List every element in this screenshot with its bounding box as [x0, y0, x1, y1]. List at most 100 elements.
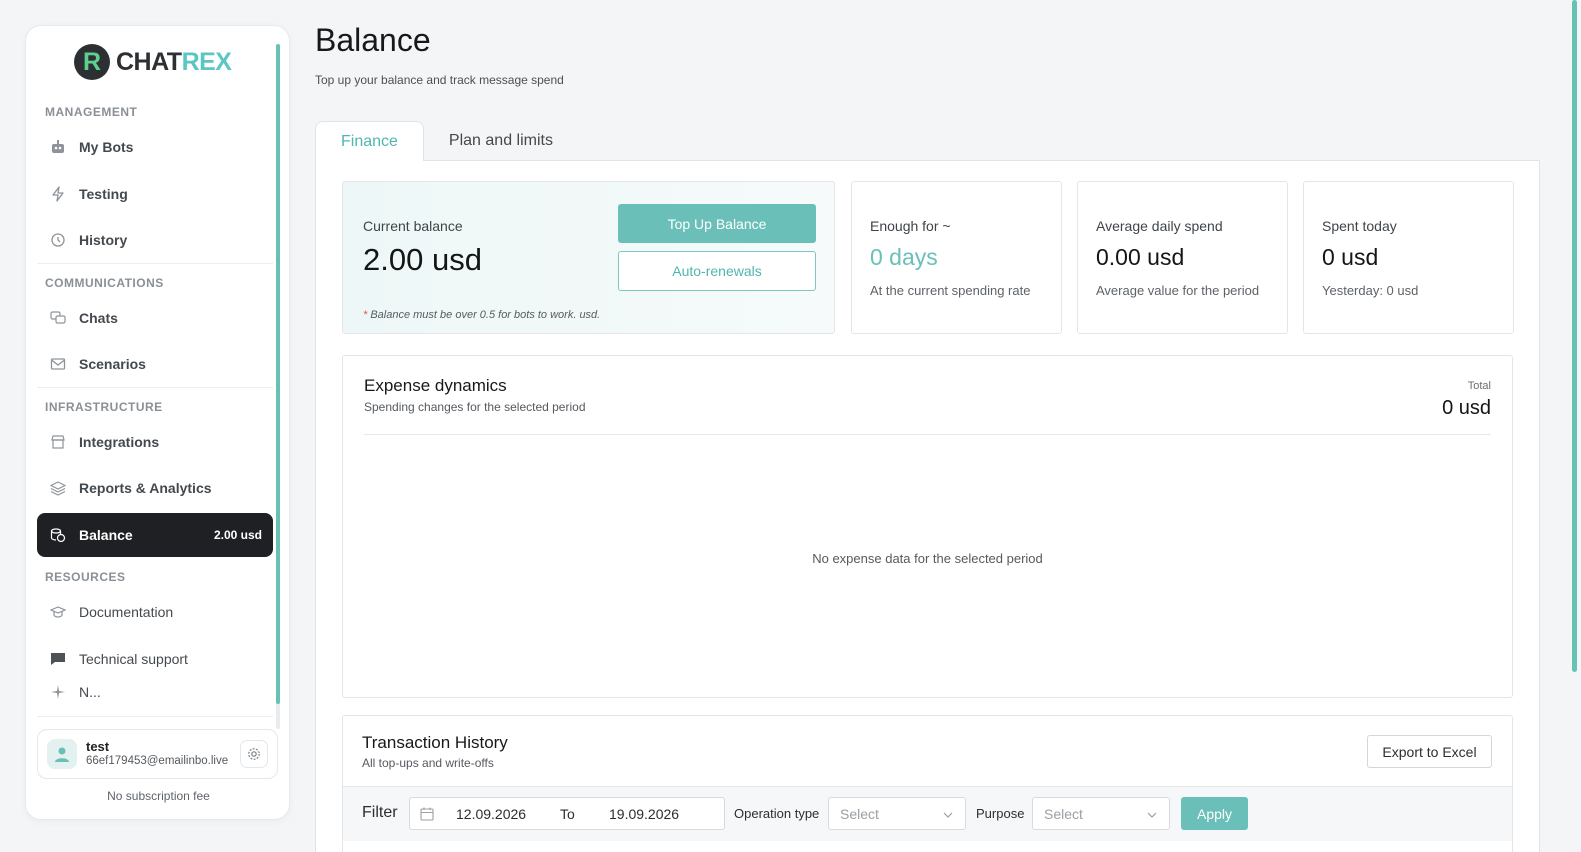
balance-badge: 2.00 usd: [213, 528, 262, 542]
filter-label: Filter: [362, 804, 398, 821]
stat-note: At the current spending rate: [870, 283, 1031, 298]
date-range-picker[interactable]: 12.09.2026 To 19.09.2026: [409, 797, 725, 830]
lightning-icon: [49, 185, 67, 203]
stat-card-spent-today: Spent today 0 usd Yesterday: 0 usd: [1303, 181, 1514, 334]
sidebar-divider: [37, 387, 273, 388]
expense-total-value: 0 usd: [1442, 397, 1491, 419]
chevron-down-icon: [942, 808, 954, 826]
sidebar-item-technical-support[interactable]: Technical support: [37, 637, 273, 681]
page-subtitle: Top up your balance and track message sp…: [315, 73, 564, 87]
expense-total-label: Total: [1467, 380, 1491, 392]
sidebar-item-label: Scenarios: [79, 356, 146, 372]
logo-mark: R: [74, 44, 110, 80]
stat-note: Average value for the period: [1096, 283, 1260, 298]
avatar: [47, 739, 77, 769]
chat-bubbles-icon: [49, 309, 67, 327]
date-to-label: To: [560, 806, 575, 822]
stat-value: 0.00 usd: [1096, 244, 1185, 270]
sidebar-item-chats[interactable]: Chats: [37, 296, 273, 340]
section-label-management: MANAGEMENT: [45, 105, 138, 119]
gear-icon: [248, 748, 260, 760]
sidebar-item-scenarios[interactable]: Scenarios: [37, 342, 273, 386]
sparkle-icon: [49, 683, 67, 701]
select-placeholder: Select: [1044, 806, 1083, 822]
sidebar-item-label: N...: [79, 684, 101, 700]
expense-title: Expense dynamics: [364, 376, 507, 395]
page-scrollbar[interactable]: [1572, 0, 1577, 672]
stat-label: Enough for ~: [870, 218, 951, 234]
history-icon: [49, 231, 67, 249]
date-from[interactable]: 12.09.2026: [456, 806, 526, 822]
expense-divider: [364, 434, 1491, 435]
expense-dynamics-card: Expense dynamics Spending changes for th…: [342, 355, 1513, 698]
brand-logo[interactable]: R CHATREX: [74, 44, 232, 80]
sidebar-item-label: Integrations: [79, 434, 160, 450]
chevron-down-icon: [1146, 808, 1158, 826]
purpose-label: Purpose: [976, 806, 1025, 821]
section-label-infrastructure: INFRASTRUCTURE: [45, 400, 163, 414]
transactions-title: Transaction History: [362, 733, 508, 752]
sidebar-item-label: Balance: [79, 527, 133, 543]
sidebar-item-label: Documentation: [79, 604, 174, 620]
section-label-resources: RESOURCES: [45, 570, 126, 584]
sidebar-item-history[interactable]: History: [37, 218, 273, 262]
stat-card-average-daily-spend: Average daily spend 0.00 usd Average val…: [1077, 181, 1288, 334]
export-to-excel-button[interactable]: Export to Excel: [1367, 735, 1492, 768]
graduation-cap-icon: [49, 603, 67, 621]
coins-icon: [49, 526, 67, 544]
sidebar-item-reports[interactable]: Reports & Analytics: [37, 466, 273, 510]
stat-value: 0 days: [870, 244, 938, 270]
tab-plan-and-limits[interactable]: Plan and limits: [424, 121, 578, 161]
sidebar-item-label: Testing: [79, 186, 128, 202]
sidebar: R CHATREX MANAGEMENT My Bots Testing His…: [25, 25, 290, 820]
sidebar-item-label: My Bots: [79, 139, 134, 155]
sidebar-item-label: History: [79, 232, 128, 248]
operation-type-select[interactable]: Select: [828, 797, 966, 830]
sidebar-item-documentation[interactable]: Documentation: [37, 590, 273, 634]
auto-renewals-button[interactable]: Auto-renewals: [618, 251, 816, 291]
sidebar-item-label: Chats: [79, 310, 118, 326]
tabs: Finance Plan and limits: [315, 121, 578, 161]
sidebar-divider: [37, 263, 273, 264]
purpose-select[interactable]: Select: [1032, 797, 1170, 830]
date-to[interactable]: 19.09.2026: [609, 806, 679, 822]
subscription-status: No subscription fee: [107, 789, 210, 803]
section-label-communications: COMMUNICATIONS: [45, 276, 164, 290]
stat-value: 0 usd: [1322, 244, 1379, 270]
stat-card-enough-for: Enough for ~ 0 days At the current spend…: [851, 181, 1062, 334]
sidebar-scrollbar-thumb[interactable]: [276, 44, 280, 704]
user-email: 66ef179453@emailinbo.live: [86, 755, 229, 767]
envelope-icon: [49, 355, 67, 373]
sidebar-item-integrations[interactable]: Integrations: [37, 420, 273, 464]
sidebar-item-balance[interactable]: Balance 2.00 usd: [37, 513, 273, 557]
stat-label: Average daily spend: [1096, 218, 1223, 234]
sidebar-divider: [37, 716, 273, 717]
apply-button[interactable]: Apply: [1181, 797, 1248, 830]
layers-icon: [49, 479, 67, 497]
settings-button[interactable]: [240, 740, 268, 768]
balance-label: Current balance: [363, 218, 463, 234]
user-icon: [55, 747, 69, 762]
sidebar-item-label: Technical support: [79, 651, 188, 667]
sidebar-item-my-bots[interactable]: My Bots: [37, 125, 273, 169]
stat-label: Spent today: [1322, 218, 1397, 234]
page-title: Balance: [315, 22, 431, 58]
sidebar-item-label: Reports & Analytics: [79, 480, 212, 496]
user-card[interactable]: test 66ef179453@emailinbo.live: [37, 729, 278, 779]
balance-note: * Balance must be over 0.5 for bots to w…: [363, 309, 601, 321]
balance-value: 2.00 usd: [363, 242, 482, 277]
sidebar-item-testing[interactable]: Testing: [37, 172, 273, 216]
transactions-subtitle: All top-ups and write-offs: [362, 756, 494, 770]
message-icon: [49, 650, 67, 668]
stat-note: Yesterday: 0 usd: [1322, 283, 1419, 298]
balance-card: Current balance 2.00 usd * Balance must …: [342, 181, 835, 334]
expense-subtitle: Spending changes for the selected period: [364, 400, 586, 414]
store-icon: [49, 433, 67, 451]
expense-empty-state: No expense data for the selected period: [812, 551, 1043, 566]
top-up-balance-button[interactable]: Top Up Balance: [618, 204, 816, 243]
sidebar-item-cut-off[interactable]: N...: [37, 681, 273, 703]
filter-row: Filter 12.09.2026 To 19.09.2026 Operatio…: [343, 787, 1512, 841]
tab-finance[interactable]: Finance: [315, 121, 424, 161]
logo-text: CHATREX: [116, 47, 232, 76]
calendar-icon: [420, 807, 434, 826]
